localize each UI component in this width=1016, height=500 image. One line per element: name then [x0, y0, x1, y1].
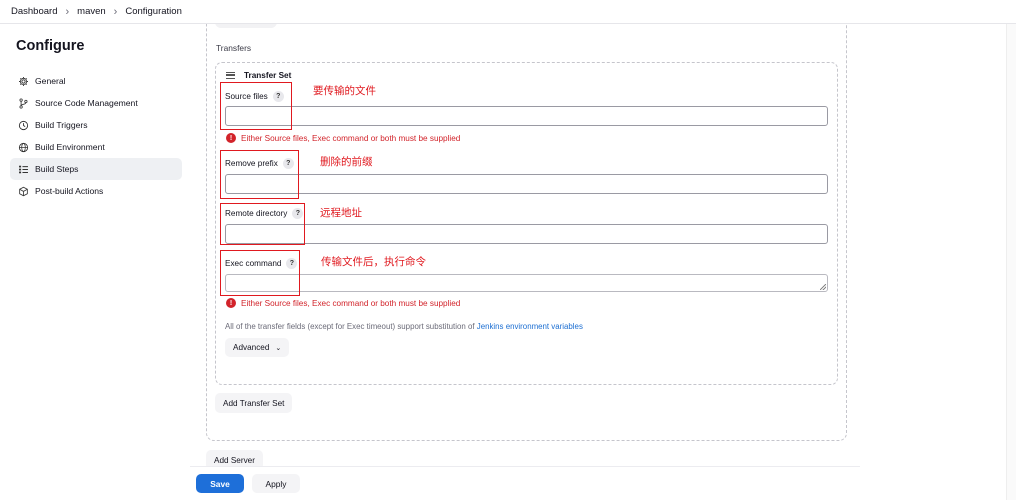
sidebar-item-general[interactable]: General	[10, 70, 182, 92]
breadcrumb-maven[interactable]: maven	[77, 6, 106, 17]
transfers-label: Transfers	[216, 43, 252, 53]
source-files-error: ! Either Source files, Exec command or b…	[226, 133, 460, 143]
source-files-input[interactable]	[225, 106, 828, 126]
annotation-box-exec-command	[220, 250, 300, 296]
annotation-remove-prefix: 删除的前缀	[320, 156, 373, 168]
exec-command-textarea[interactable]	[225, 274, 828, 292]
transfer-set-title: Transfer Set	[244, 71, 292, 80]
sidebar-item-label: General	[35, 76, 66, 86]
scrollbar[interactable]	[1006, 24, 1016, 500]
chevron-right-icon: ›	[65, 5, 70, 18]
sidebar-item-label: Build Triggers	[35, 120, 88, 130]
sidebar-item-label: Build Steps	[35, 164, 79, 174]
annotation-source-files: 要传输的文件	[313, 85, 376, 97]
sidebar-item-label: Build Environment	[35, 142, 105, 152]
annotation-remote-directory: 远程地址	[320, 207, 362, 219]
error-icon: !	[226, 298, 236, 308]
remote-directory-input[interactable]	[225, 224, 828, 244]
advanced-button[interactable]: Advanced ⌄	[225, 338, 290, 357]
chevron-right-icon: ›	[113, 5, 118, 18]
globe-icon	[17, 141, 29, 153]
sidebar-item-source-code-management[interactable]: Source Code Management	[10, 92, 182, 114]
sidebar-item-post-build-actions[interactable]: Post-build Actions	[10, 180, 182, 202]
error-icon: !	[226, 133, 236, 143]
annotation-exec-command: 传输文件后，执行命令	[321, 256, 426, 268]
clock-icon	[17, 119, 29, 131]
chevron-down-icon: ⌄	[275, 344, 282, 352]
remove-prefix-input[interactable]	[225, 174, 828, 194]
resize-handle-icon[interactable]	[820, 284, 826, 290]
substitution-note: All of the transfer fields (except for E…	[225, 322, 583, 331]
gear-icon	[17, 75, 29, 87]
list-icon	[17, 163, 29, 175]
breadcrumb-dashboard[interactable]: Dashboard	[11, 6, 57, 17]
env-variables-link[interactable]: Jenkins environment variables	[477, 322, 583, 331]
sidebar-item-build-triggers[interactable]: Build Triggers	[10, 114, 182, 136]
annotation-box-remove-prefix	[220, 150, 299, 199]
sidebar: General Source Code Management Build Tri…	[10, 70, 182, 202]
sidebar-item-label: Post-build Actions	[35, 186, 104, 196]
annotation-box-remote-directory	[220, 203, 305, 245]
sidebar-item-label: Source Code Management	[35, 98, 138, 108]
exec-command-error: ! Either Source files, Exec command or b…	[226, 298, 460, 308]
page-title: Configure	[16, 38, 85, 54]
apply-button[interactable]: Apply	[252, 474, 300, 493]
breadcrumb-configuration[interactable]: Configuration	[125, 6, 182, 17]
annotation-box-source-files	[220, 82, 292, 130]
branch-icon	[17, 97, 29, 109]
breadcrumb: Dashboard › maven › Configuration	[0, 0, 1016, 24]
sidebar-item-build-steps[interactable]: Build Steps	[10, 158, 182, 180]
save-button[interactable]: Save	[196, 474, 244, 493]
cube-icon	[17, 185, 29, 197]
add-transfer-set-button[interactable]: Add Transfer Set	[215, 393, 293, 413]
sidebar-item-build-environment[interactable]: Build Environment	[10, 136, 182, 158]
drag-handle-icon[interactable]	[226, 72, 235, 79]
